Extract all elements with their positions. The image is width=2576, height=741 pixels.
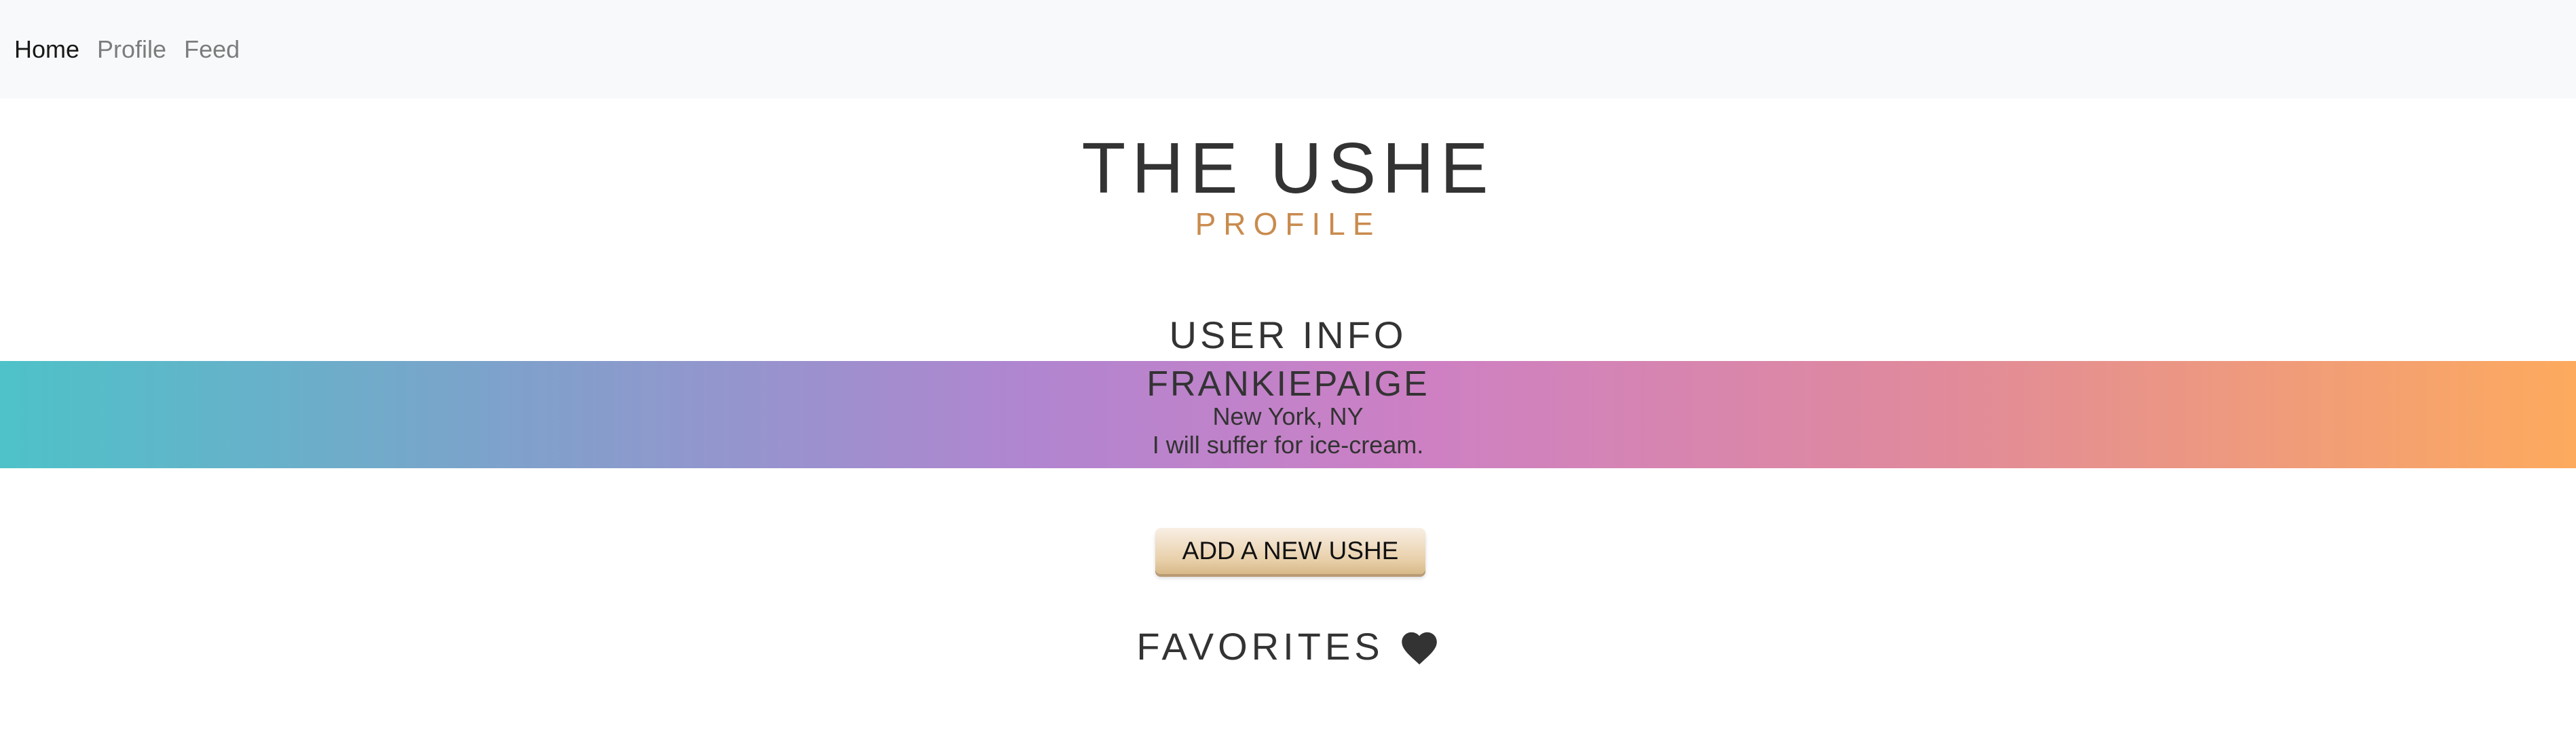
page-title: THE USHE <box>1081 128 1495 208</box>
page-subtitle: PROFILE <box>1195 206 1381 242</box>
user-info-heading: USER INFO <box>1169 314 1407 356</box>
favorites-label: FAVORITES <box>1136 625 1384 668</box>
add-ushe-button[interactable]: ADD A NEW USHE <box>1155 528 1425 574</box>
username: FRANKIEPAIGE <box>1146 364 1430 404</box>
user-location: New York, NY <box>1212 402 1364 430</box>
heart-icon <box>1401 632 1437 665</box>
navbar: Home Profile Feed <box>0 0 2576 98</box>
nav-profile-link[interactable]: Profile <box>97 35 166 64</box>
nav-home-link[interactable]: Home <box>14 35 79 64</box>
favorites-heading: FAVORITES <box>0 623 2576 670</box>
user-bio: I will suffer for ice-cream. <box>1152 431 1424 459</box>
nav-feed-link[interactable]: Feed <box>184 35 240 64</box>
